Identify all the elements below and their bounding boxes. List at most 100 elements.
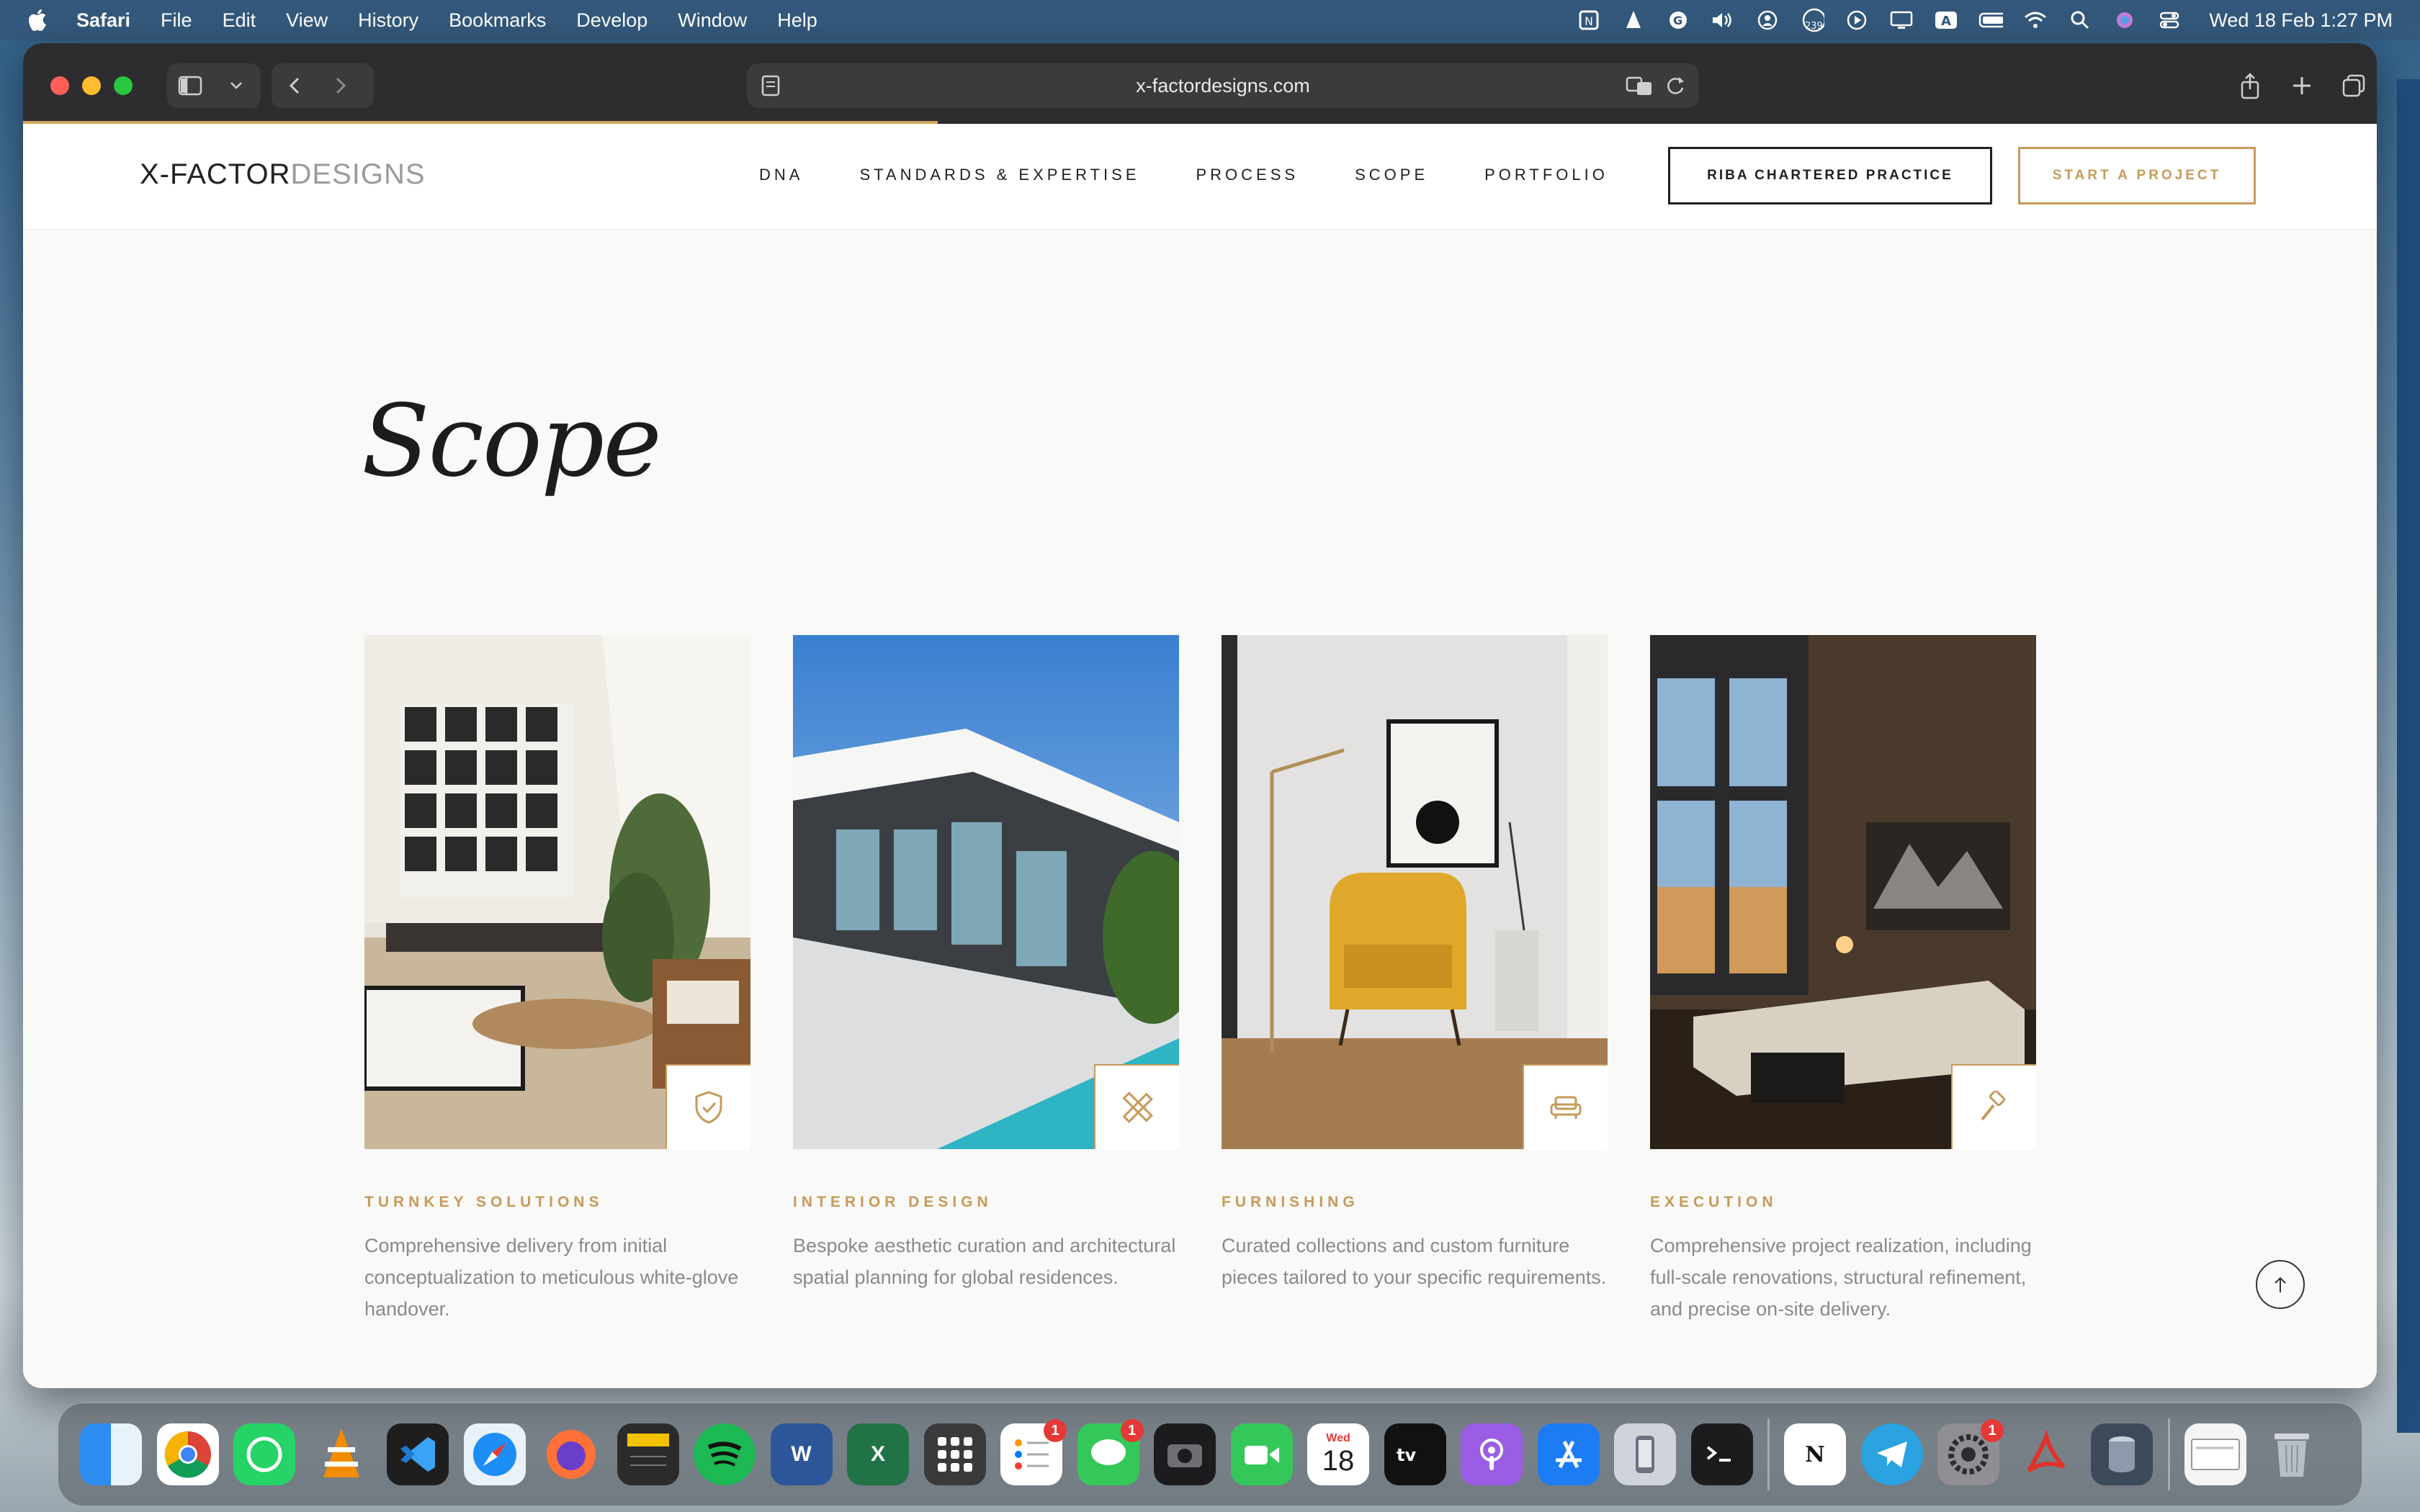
minimized-window-icon[interactable] <box>2184 1423 2246 1485</box>
tab-overview-icon[interactable] <box>2331 63 2377 108</box>
menubar-clock[interactable]: Wed 18 Feb 1:27 PM <box>2209 9 2393 32</box>
minimize-window-button[interactable] <box>82 76 101 95</box>
url-text[interactable]: x-factordesigns.com <box>1136 75 1310 97</box>
excel-icon[interactable]: X <box>847 1423 909 1485</box>
disk-utility-icon[interactable] <box>2091 1423 2153 1485</box>
siri-icon[interactable] <box>2112 8 2137 32</box>
nav-dna[interactable]: DNA <box>759 166 803 184</box>
share-icon[interactable] <box>2227 63 2273 108</box>
control-center-icon[interactable] <box>2157 8 2182 32</box>
terminal-icon[interactable] <box>1690 1423 1753 1485</box>
vlc-status-icon[interactable] <box>1621 8 1646 32</box>
start-project-button[interactable]: START A PROJECT <box>2018 147 2256 204</box>
back-arrow-icon[interactable] <box>272 63 318 108</box>
scope-card-furnishing[interactable]: FURNISHING Curated collections and custo… <box>1222 635 1608 1293</box>
shield-check-icon <box>695 1091 722 1124</box>
nav-portfolio[interactable]: PORTFOLIO <box>1484 166 1608 184</box>
launchpad-icon[interactable] <box>923 1423 986 1485</box>
settings-badge: 1 <box>1981 1419 2004 1442</box>
desktop-window-edge <box>2397 79 2420 1433</box>
site-logo[interactable]: X-FACTORDESIGNS <box>140 158 426 191</box>
menu-bookmarks[interactable]: Bookmarks <box>449 9 546 32</box>
nav-standards-expertise[interactable]: STANDARDS & EXPERTISE <box>859 166 1139 184</box>
notion-status-icon[interactable]: N <box>1577 8 1601 32</box>
user-account-icon[interactable] <box>1755 8 1780 32</box>
notification-count-icon[interactable]: 239 <box>1800 8 1825 32</box>
badge-interior-design <box>1094 1064 1179 1149</box>
volume-icon[interactable] <box>1711 8 1735 32</box>
svg-text:G: G <box>1673 14 1682 27</box>
battery-icon[interactable] <box>1978 8 2004 32</box>
wifi-icon[interactable] <box>2023 8 2048 32</box>
chrome-icon[interactable] <box>156 1423 219 1485</box>
spotify-icon[interactable] <box>694 1423 756 1485</box>
display-icon[interactable] <box>1889 8 1914 32</box>
acrobat-icon[interactable] <box>2015 1423 2076 1485</box>
address-bar[interactable]: x-factordesigns.com <box>747 63 1699 108</box>
input-source-icon[interactable]: A <box>1934 8 1958 32</box>
calendar-icon[interactable]: Wed 18 <box>1307 1423 1369 1485</box>
close-window-button[interactable] <box>50 76 69 95</box>
vscode-icon[interactable] <box>387 1423 449 1485</box>
menu-history[interactable]: History <box>358 9 418 32</box>
scope-card-turnkey[interactable]: TURNKEY SOLUTIONS Comprehensive delivery… <box>364 635 750 1325</box>
svg-text:A: A <box>1941 14 1951 29</box>
scroll-to-top-button[interactable] <box>2256 1260 2305 1309</box>
iphone-mirroring-icon[interactable] <box>1614 1423 1676 1485</box>
scope-card-interior-design[interactable]: INTERIOR DESIGN Bespoke aesthetic curati… <box>793 635 1179 1293</box>
system-settings-icon[interactable]: 1 <box>1937 1419 2004 1485</box>
word-icon[interactable]: W <box>770 1423 833 1485</box>
translate-icon[interactable] <box>1626 73 1654 103</box>
camera-app-icon[interactable] <box>1154 1423 1216 1485</box>
reminders-icon[interactable]: 1 <box>1000 1419 1067 1485</box>
reload-icon[interactable] <box>1664 73 1686 103</box>
sofa-icon <box>1550 1096 1582 1119</box>
dock-separator <box>2167 1418 2170 1490</box>
nav-process[interactable]: PROCESS <box>1196 166 1299 184</box>
play-circle-icon[interactable] <box>1845 8 1869 32</box>
menu-view[interactable]: View <box>286 9 328 32</box>
apple-menu-icon[interactable] <box>27 8 49 32</box>
nav-scope[interactable]: SCOPE <box>1355 166 1428 184</box>
apple-tv-icon[interactable]: tv <box>1384 1423 1446 1485</box>
menu-bar: Safari File Edit View History Bookmarks … <box>0 0 2420 40</box>
app-store-icon[interactable] <box>1537 1423 1600 1485</box>
messages-icon[interactable]: 1 <box>1077 1419 1144 1485</box>
page-menu-icon[interactable] <box>760 73 781 103</box>
safari-icon[interactable] <box>463 1423 526 1485</box>
menu-develop[interactable]: Develop <box>576 9 647 32</box>
badge-turnkey <box>666 1064 750 1149</box>
scope-card-execution[interactable]: EXECUTION Comprehensive project realizat… <box>1650 635 2036 1325</box>
new-tab-plus-icon[interactable] <box>2279 63 2325 108</box>
menu-app-name[interactable]: Safari <box>76 9 130 32</box>
card-description: Curated collections and custom furniture… <box>1222 1235 1607 1288</box>
riba-chartered-practice-button[interactable]: RIBA CHARTERED PRACTICE <box>1668 147 1992 204</box>
sidebar-icon[interactable] <box>167 63 213 108</box>
menu-window[interactable]: Window <box>678 9 747 32</box>
notes-icon[interactable] <box>617 1423 679 1485</box>
badge-execution <box>1951 1064 2036 1149</box>
browser-toolbar: x-factordesigns.com <box>23 43 2377 124</box>
menu-help[interactable]: Help <box>777 9 817 32</box>
facetime-icon[interactable] <box>1230 1423 1293 1485</box>
reminders-badge: 1 <box>1044 1419 1067 1442</box>
forward-arrow-icon[interactable] <box>318 63 364 108</box>
svg-text:N: N <box>1585 14 1593 28</box>
finder-icon[interactable] <box>80 1423 142 1485</box>
spotlight-search-icon[interactable] <box>2068 8 2092 32</box>
vlc-icon[interactable] <box>310 1423 372 1485</box>
trash-icon[interactable] <box>2261 1423 2323 1485</box>
safari-window: x-factordesigns.com X-FACTORDESIGNS DNA … <box>23 43 2377 1388</box>
grammarly-icon[interactable]: G <box>1666 8 1690 32</box>
menu-edit[interactable]: Edit <box>223 9 256 32</box>
telegram-icon[interactable] <box>1860 1423 1923 1485</box>
logo-light-text: DESIGNS <box>290 158 426 190</box>
menu-file[interactable]: File <box>161 9 192 32</box>
chevron-down-icon[interactable] <box>213 63 259 108</box>
firefox-icon[interactable] <box>540 1423 602 1485</box>
podcasts-icon[interactable] <box>1461 1423 1523 1485</box>
lounge-interior-photo <box>1650 635 2036 1149</box>
zoom-window-button[interactable] <box>114 76 133 95</box>
whatsapp-icon[interactable] <box>233 1423 295 1485</box>
notion-icon[interactable]: N <box>1784 1423 1846 1485</box>
